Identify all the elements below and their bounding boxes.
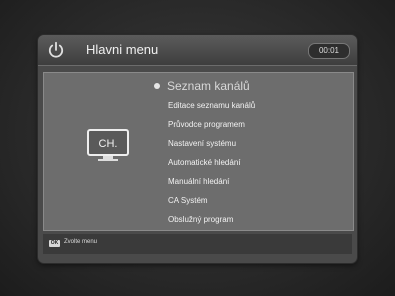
tv-screen: Hlavni menu 00:01 CH. Seznam kanálů Edit… — [0, 0, 395, 296]
menu-content: CH. Seznam kanálů Editace seznamu kanálů… — [43, 72, 354, 231]
tv-channel-icon: CH. — [87, 129, 129, 161]
page-title: Hlavni menu — [86, 42, 159, 57]
power-icon — [48, 41, 64, 58]
menu-item-obsluzny-program[interactable]: Obslužný program — [168, 210, 255, 229]
menu-item-editace-seznamu[interactable]: Editace seznamu kanálů — [168, 96, 255, 115]
menu-item-seznam-kanalu[interactable]: Seznam kanálů — [167, 77, 254, 96]
menu-item-pruvodce-programem[interactable]: Průvodce programem — [168, 115, 255, 134]
menu-item-nastaveni-systemu[interactable]: Nastavení systému — [168, 134, 255, 153]
menu-item-manualni-hledani[interactable]: Manuální hledání — [168, 172, 255, 191]
menu-item-automaticke-hledani[interactable]: Automatické hledání — [168, 153, 255, 172]
selection-bullet — [154, 83, 160, 89]
clock-display: 00:01 — [308, 43, 350, 59]
ok-key-icon: OK — [49, 240, 60, 247]
main-menu-list: Seznam kanálů Editace seznamu kanálů Prů… — [167, 77, 255, 229]
menu-header: Hlavni menu 00:01 — [38, 35, 357, 66]
help-bar: OK Zvolte menu — [43, 234, 352, 254]
menu-item-ca-system[interactable]: CA Systém — [168, 191, 255, 210]
help-hint: Zvolte menu — [64, 239, 98, 245]
main-menu-window: Hlavni menu 00:01 CH. Seznam kanálů Edit… — [38, 35, 357, 263]
tv-icon-label: CH. — [99, 138, 118, 150]
